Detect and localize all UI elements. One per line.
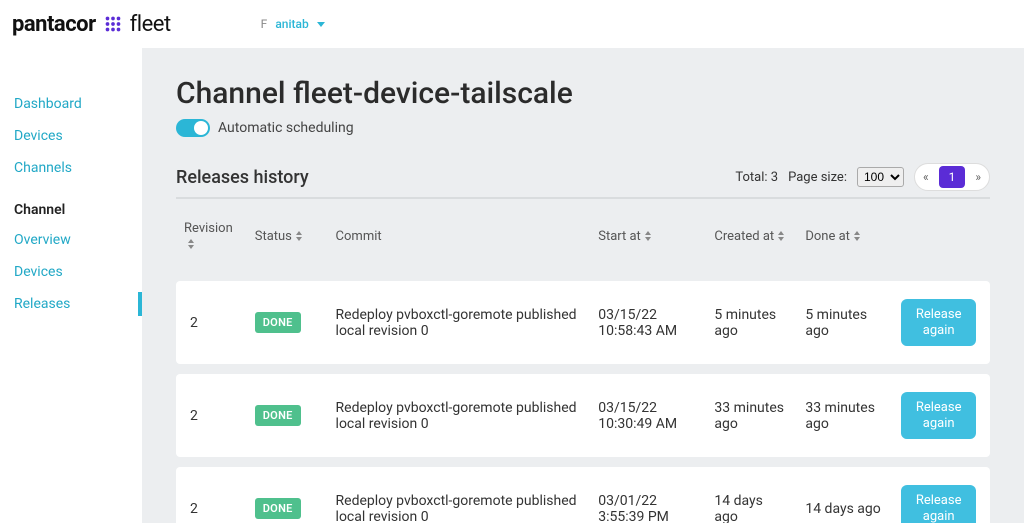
auto-schedule-row: Automatic scheduling [176,119,990,137]
main-content: Channel fleet-device-tailscale Automatic… [142,48,1024,523]
table-row: 2 DONE Redeploy pvboxctl-goremote publishe… [176,467,990,523]
cell-done: 5 minutes ago [797,281,893,364]
cell-commit: Redeploy pvboxctl-goremote published loc… [328,281,591,364]
table-row: 2 DONE Redeploy pvboxctl-goremote publishe… [176,374,990,457]
brand-dots-icon [102,13,124,35]
brand-left: pantacor [12,12,96,37]
releases-table: Revision Status Commit Start at Created … [176,209,990,523]
sort-icon [778,231,784,241]
user-prefix: F [261,17,268,31]
pager-next[interactable]: » [967,166,989,188]
sidebar-item-dashboard[interactable]: Dashboard [0,88,142,120]
cell-revision: 2 [176,467,247,523]
releases-history-heading: Releases history [176,167,309,188]
top-pager: « 1 » [914,163,990,191]
cell-created: 5 minutes ago [706,281,797,364]
sort-icon [645,231,651,241]
cell-revision: 2 [176,281,247,364]
cell-status: DONE [247,374,328,457]
user-name: anitab [275,17,308,31]
sidebar-section-channel: Channel [0,184,142,224]
cell-start: 03/15/22 10:58:43 AM [590,281,706,364]
cell-status: DONE [247,467,328,523]
status-badge: DONE [255,312,301,333]
table-row: 2 DONE Redeploy pvboxctl-goremote publishe… [176,281,990,364]
top-pager-block: Total: 3 Page size: 100 « 1 » [735,163,990,191]
sort-icon [296,231,302,241]
sidebar-item-overview[interactable]: Overview [0,224,142,256]
user-menu[interactable]: F anitab [261,17,325,31]
release-again-button[interactable]: Release again [901,392,976,439]
sidebar-item-devices[interactable]: Devices [0,120,142,152]
cell-done: 33 minutes ago [797,374,893,457]
status-badge: DONE [255,498,301,519]
release-again-button[interactable]: Release again [901,299,976,346]
sidebar-item-channel-devices[interactable]: Devices [0,256,142,288]
cell-status: DONE [247,281,328,364]
pagesize-label: Page size: [788,170,847,185]
sort-icon [854,231,860,241]
cell-action: Release again [893,467,990,523]
cell-commit: Redeploy pvboxctl-goremote published loc… [328,374,591,457]
brand-logo: pantacor fleet [12,12,171,37]
cell-created: 14 days ago [706,467,797,523]
cell-action: Release again [893,281,990,364]
status-badge: DONE [255,405,301,426]
cell-created: 33 minutes ago [706,374,797,457]
sidebar-item-channels[interactable]: Channels [0,152,142,184]
cell-revision: 2 [176,374,247,457]
pager-current[interactable]: 1 [939,166,966,188]
pagesize-select[interactable]: 100 [857,167,904,187]
topbar: pantacor fleet F anitab [0,0,1024,48]
col-created[interactable]: Created at [706,209,797,281]
sort-icon [188,239,194,249]
cell-action: Release again [893,374,990,457]
col-status[interactable]: Status [247,209,328,281]
col-done[interactable]: Done at [797,209,893,281]
brand-right: fleet [130,12,171,37]
total-label: Total: 3 [735,170,778,185]
auto-schedule-label: Automatic scheduling [218,120,354,136]
pager-prev[interactable]: « [915,166,937,188]
col-commit: Commit [328,209,591,281]
sidebar: Dashboard Devices Channels Channel Overv… [0,48,142,523]
sidebar-item-releases[interactable]: Releases [0,288,142,320]
cell-commit: Redeploy pvboxctl-goremote published loc… [328,467,591,523]
col-start[interactable]: Start at [590,209,706,281]
release-again-button[interactable]: Release again [901,485,976,523]
chevron-down-icon [317,22,325,27]
cell-done: 14 days ago [797,467,893,523]
page-title: Channel fleet-device-tailscale [176,76,990,111]
col-revision[interactable]: Revision [176,209,247,281]
auto-schedule-toggle[interactable] [176,119,210,137]
cell-start: 03/01/22 3:55:39 PM [590,467,706,523]
cell-start: 03/15/22 10:30:49 AM [590,374,706,457]
